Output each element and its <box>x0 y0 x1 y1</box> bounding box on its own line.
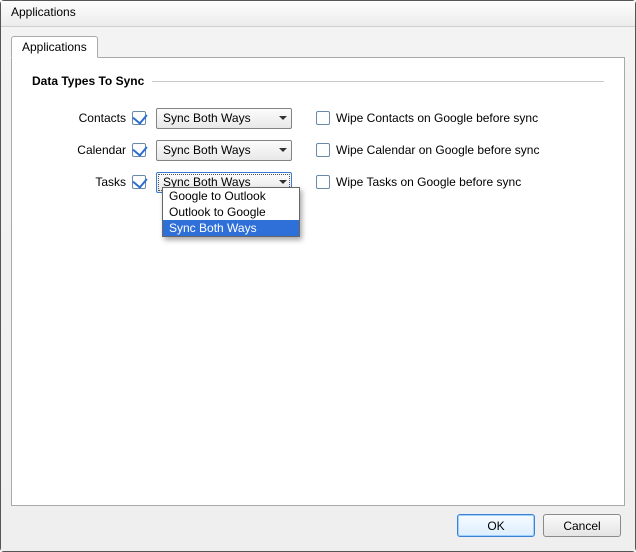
tasks-enable-checkbox[interactable] <box>132 175 146 189</box>
dropdown-option-sync-both-ways[interactable]: Sync Both Ways <box>163 220 299 236</box>
dropdown-option-google-to-outlook[interactable]: Google to Outlook <box>163 188 299 204</box>
calendar-label: Calendar <box>62 143 132 157</box>
dropdown-option-outlook-to-google[interactable]: Outlook to Google <box>163 204 299 220</box>
contacts-wipe-checkbox[interactable] <box>316 111 330 125</box>
titlebar: Applications <box>1 1 635 27</box>
ok-button-label: OK <box>487 519 504 533</box>
calendar-wipe-checkbox[interactable] <box>316 143 330 157</box>
tasks-wipe-label: Wipe Tasks on Google before sync <box>336 175 521 189</box>
tasks-label: Tasks <box>62 175 132 189</box>
tasks-wipe-group: Wipe Tasks on Google before sync <box>316 175 521 189</box>
calendar-combo-value: Sync Both Ways <box>157 143 275 157</box>
window-title: Applications <box>11 5 76 19</box>
form-rows: Contacts Sync Both Ways Wipe Contacts on… <box>62 102 604 198</box>
chevron-down-icon <box>275 109 291 128</box>
calendar-direction-combo[interactable]: Sync Both Ways <box>156 140 292 161</box>
contacts-label: Contacts <box>62 111 132 125</box>
section-title: Data Types To Sync <box>32 74 152 88</box>
tab-panel: Data Types To Sync Contacts Sync Both Wa… <box>11 57 625 506</box>
section-divider <box>152 81 604 82</box>
calendar-wipe-group: Wipe Calendar on Google before sync <box>316 143 539 157</box>
dialog-button-row: OK Cancel <box>11 506 625 545</box>
tasks-wipe-checkbox[interactable] <box>316 175 330 189</box>
calendar-wipe-label: Wipe Calendar on Google before sync <box>336 143 539 157</box>
row-tasks: Tasks Sync Both Ways Wipe Tasks on Googl… <box>62 166 604 198</box>
dialog-window: Applications Applications Data Types To … <box>0 0 636 552</box>
row-calendar: Calendar Sync Both Ways Wipe Calendar on… <box>62 134 604 166</box>
section-header: Data Types To Sync <box>32 74 604 88</box>
contacts-wipe-group: Wipe Contacts on Google before sync <box>316 111 538 125</box>
contacts-combo-value: Sync Both Ways <box>157 111 275 125</box>
calendar-enable-checkbox[interactable] <box>132 143 146 157</box>
tab-applications[interactable]: Applications <box>11 36 98 58</box>
tab-strip: Applications <box>11 35 625 57</box>
ok-button[interactable]: OK <box>457 514 535 537</box>
contacts-wipe-label: Wipe Contacts on Google before sync <box>336 111 538 125</box>
contacts-enable-checkbox[interactable] <box>132 111 146 125</box>
cancel-button-label: Cancel <box>563 519 600 533</box>
tasks-direction-dropdown[interactable]: Google to Outlook Outlook to Google Sync… <box>162 187 300 237</box>
cancel-button[interactable]: Cancel <box>543 514 621 537</box>
row-contacts: Contacts Sync Both Ways Wipe Contacts on… <box>62 102 604 134</box>
tab-container: Applications Data Types To Sync Contacts… <box>11 35 625 506</box>
tab-label: Applications <box>22 40 87 54</box>
dialog-body: Applications Data Types To Sync Contacts… <box>1 27 635 551</box>
chevron-down-icon <box>275 141 291 160</box>
contacts-direction-combo[interactable]: Sync Both Ways <box>156 108 292 129</box>
